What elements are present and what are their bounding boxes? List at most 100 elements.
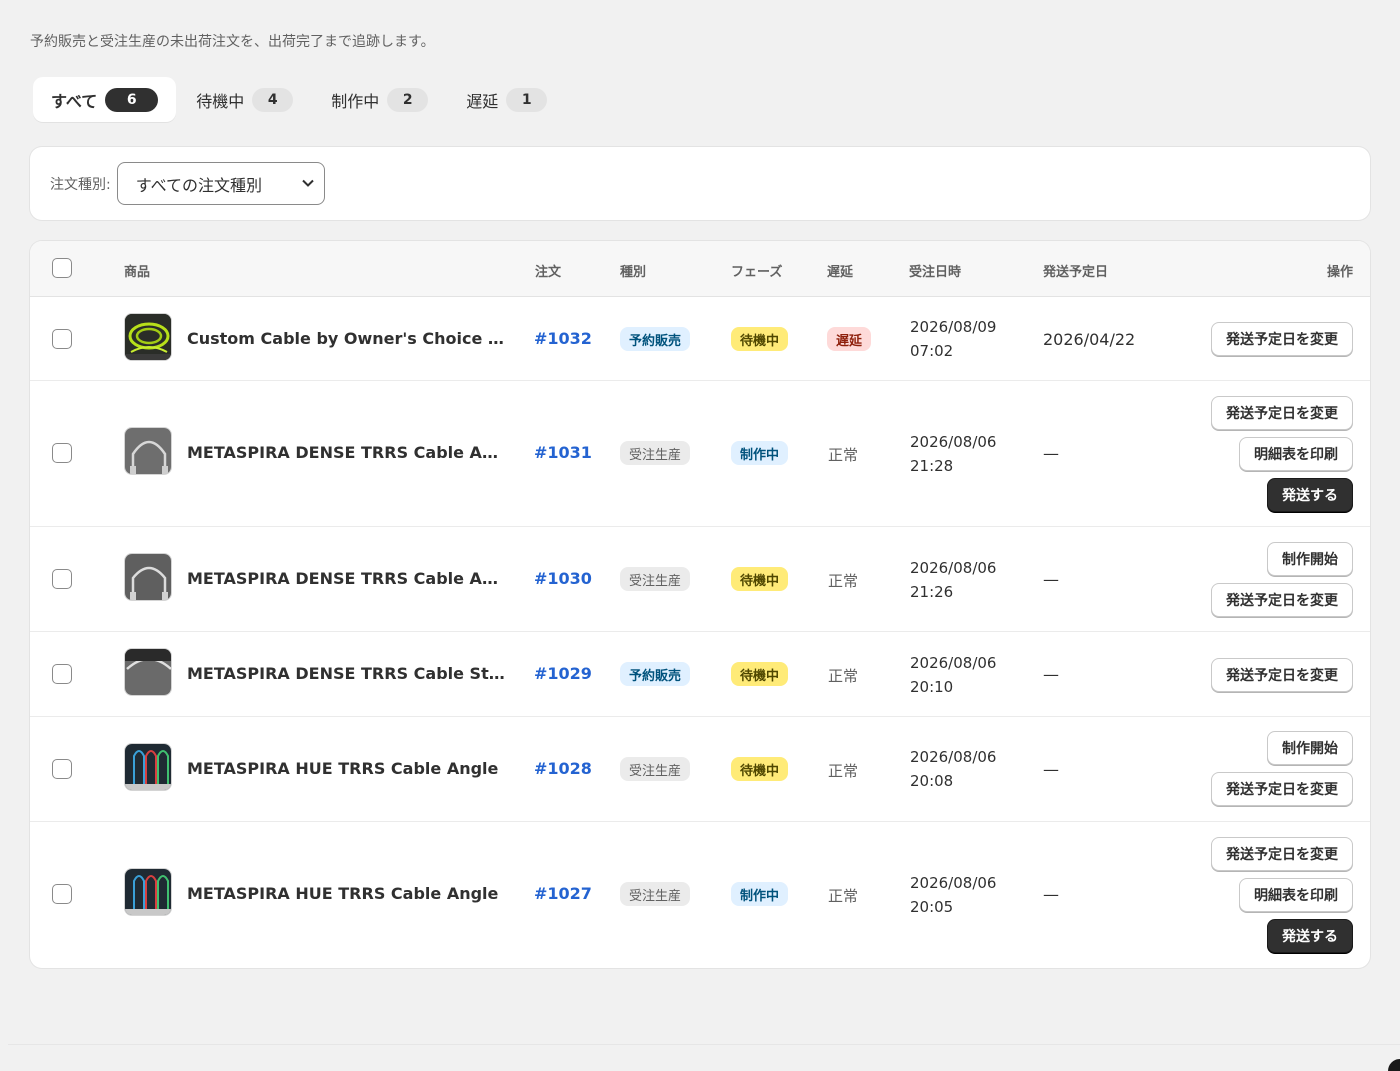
ordered-time: 21:26	[910, 583, 954, 601]
delay-status: 正常	[828, 762, 859, 780]
product-thumbnail	[124, 313, 172, 361]
row-checkbox[interactable]	[52, 329, 72, 349]
start-production-button[interactable]: 制作開始	[1267, 731, 1353, 765]
column-header-phase: フェーズ	[731, 265, 783, 280]
order-type-badge: 受注生産	[620, 757, 691, 781]
ordered-at: 2026/08/06 20:05	[910, 871, 1020, 919]
column-header-actions: 操作	[1326, 265, 1353, 280]
tab-in-production[interactable]: 制作中 2	[313, 77, 446, 122]
ordered-date: 2026/08/06	[910, 433, 997, 451]
order-link[interactable]: #1028	[534, 759, 592, 778]
row-checkbox[interactable]	[52, 664, 72, 684]
product-thumbnail	[124, 868, 172, 916]
tab-label: すべて	[51, 91, 98, 111]
table-row: METASPIRA HUE TRRS Cable Angle #1028 受注生…	[30, 717, 1370, 822]
column-header-type: 種別	[620, 265, 647, 280]
change-ship-date-button[interactable]: 発送予定日を変更	[1211, 322, 1353, 356]
order-link[interactable]: #1031	[534, 443, 592, 462]
ordered-at: 2026/08/06 21:28	[910, 430, 1020, 478]
product-name[interactable]: Custom Cable by Owner's Choice No.1	[187, 329, 507, 348]
table-row: METASPIRA DENSE TRRS Cable Stra... #1029…	[30, 632, 1370, 717]
column-header-ordered-at: 受注日時	[909, 265, 962, 280]
tab-waiting[interactable]: 待機中 4	[178, 77, 311, 122]
order-type-badge: 予約販売	[620, 327, 691, 351]
phase-badge: 制作中	[731, 882, 789, 906]
ship-date: 2026/04/22	[1043, 330, 1136, 349]
product-thumbnail	[124, 427, 172, 475]
ship-button[interactable]: 発送する	[1267, 478, 1353, 512]
ordered-time: 21:28	[910, 457, 954, 475]
start-production-button[interactable]: 制作開始	[1267, 542, 1353, 576]
product-name[interactable]: METASPIRA HUE TRRS Cable Angle	[187, 884, 498, 903]
delay-status: 正常	[828, 887, 859, 905]
change-ship-date-button[interactable]: 発送予定日を変更	[1211, 772, 1353, 806]
row-checkbox[interactable]	[52, 443, 72, 463]
order-type-select-value: すべての注文種別	[135, 175, 262, 195]
table-row: METASPIRA DENSE TRRS Cable Angle #1031 受…	[30, 381, 1370, 527]
tab-count-badge: 6	[105, 87, 159, 112]
product-name[interactable]: METASPIRA DENSE TRRS Cable Angle	[187, 443, 507, 462]
orders-table: 商品 注文 種別 フェーズ 遅延 受注日時 発送予定日 操作 Custom Ca…	[30, 241, 1370, 968]
column-header-product: 商品	[124, 265, 151, 280]
delay-badge: 遅延	[827, 327, 872, 351]
column-header-order: 注文	[535, 265, 562, 280]
delay-status: 正常	[828, 572, 859, 590]
tab-label: 待機中	[196, 91, 245, 111]
ordered-date: 2026/08/06	[910, 874, 997, 892]
ship-date: —	[1043, 444, 1059, 463]
tab-label: 制作中	[331, 91, 380, 111]
product-name[interactable]: METASPIRA DENSE TRRS Cable Angle	[187, 569, 507, 588]
print-packing-slip-button[interactable]: 明細表を印刷	[1239, 878, 1353, 912]
table-header: 商品 注文 種別 フェーズ 遅延 受注日時 発送予定日 操作	[30, 241, 1370, 297]
change-ship-date-button[interactable]: 発送予定日を変更	[1211, 658, 1353, 692]
delay-status: 正常	[828, 446, 859, 464]
ordered-date: 2026/08/06	[910, 559, 997, 577]
ordered-at: 2026/08/06 20:08	[910, 745, 1020, 793]
select-all-checkbox[interactable]	[52, 258, 72, 278]
table-row: Custom Cable by Owner's Choice No.1 #103…	[30, 297, 1370, 381]
chevron-down-icon	[302, 177, 314, 190]
order-type-filter-label: 注文種別:	[50, 176, 111, 193]
ship-button[interactable]: 発送する	[1267, 919, 1353, 953]
window-corner	[1388, 1059, 1400, 1071]
product-name[interactable]: METASPIRA DENSE TRRS Cable Stra...	[187, 664, 507, 683]
row-checkbox[interactable]	[52, 569, 72, 589]
phase-badge: 待機中	[731, 662, 789, 686]
delay-status: 正常	[828, 667, 859, 685]
ordered-at: 2026/08/06 21:26	[910, 556, 1020, 604]
tab-delayed[interactable]: 遅延 1	[448, 77, 565, 122]
ordered-time: 20:05	[910, 898, 954, 916]
ship-date: —	[1043, 760, 1059, 779]
order-link[interactable]: #1030	[534, 569, 592, 588]
ordered-time: 20:10	[910, 678, 954, 696]
page-subtitle: 予約販売と受注生産の未出荷注文を、出荷完了まで追跡します。	[30, 34, 435, 50]
change-ship-date-button[interactable]: 発送予定日を変更	[1211, 837, 1353, 871]
order-type-badge: 受注生産	[620, 441, 691, 465]
order-type-select[interactable]: すべての注文種別	[116, 162, 325, 205]
ship-date: —	[1043, 570, 1059, 589]
tab-all[interactable]: すべて 6	[33, 77, 177, 122]
change-ship-date-button[interactable]: 発送予定日を変更	[1211, 396, 1353, 430]
order-link[interactable]: #1032	[534, 329, 592, 348]
row-checkbox[interactable]	[52, 759, 72, 779]
print-packing-slip-button[interactable]: 明細表を印刷	[1239, 437, 1353, 471]
change-ship-date-button[interactable]: 発送予定日を変更	[1211, 583, 1353, 617]
ordered-date: 2026/08/06	[910, 654, 997, 672]
tab-count-badge: 2	[387, 87, 429, 112]
row-checkbox[interactable]	[52, 884, 72, 904]
product-name[interactable]: METASPIRA HUE TRRS Cable Angle	[187, 759, 498, 778]
ship-date: —	[1043, 885, 1059, 904]
phase-badge: 待機中	[731, 567, 789, 591]
ordered-at: 2026/08/06 20:10	[910, 651, 1020, 699]
phase-badge: 待機中	[731, 757, 789, 781]
table-row: METASPIRA HUE TRRS Cable Angle #1027 受注生…	[30, 822, 1370, 968]
filter-card: 注文種別: すべての注文種別	[30, 147, 1370, 220]
ordered-at: 2026/08/09 07:02	[910, 315, 1020, 363]
ordered-time: 07:02	[910, 342, 954, 360]
tab-label: 遅延	[466, 91, 499, 111]
order-link[interactable]: #1027	[534, 884, 592, 903]
ordered-time: 20:08	[910, 772, 954, 790]
order-link[interactable]: #1029	[534, 664, 592, 683]
ordered-date: 2026/08/09	[910, 318, 997, 336]
ship-date: —	[1043, 665, 1059, 684]
